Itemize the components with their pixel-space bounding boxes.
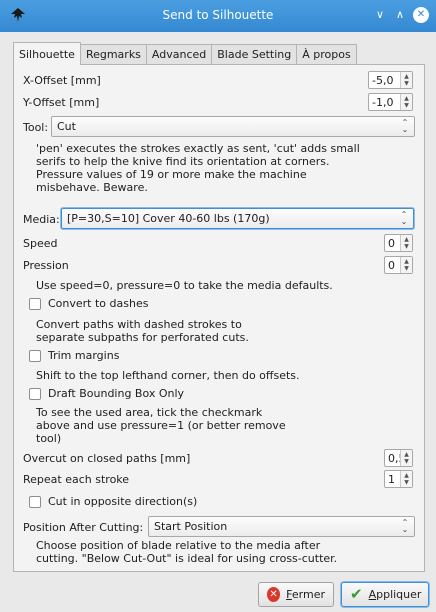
opposite-direction-checkbox[interactable]	[29, 496, 41, 508]
trim-margins-checkbox[interactable]	[29, 350, 41, 362]
position-label: Position After Cutting:	[23, 521, 144, 534]
media-select[interactable]: [P=30,S=10] Cover 40-60 lbs (170g) ⌃ ⌄	[61, 208, 414, 229]
checkmark-icon: ✔	[350, 585, 363, 603]
opposite-direction-label[interactable]: Cut in opposite direction(s)	[48, 495, 197, 508]
minimize-icon[interactable]: ∨	[372, 7, 388, 23]
window-title: Send to Silhouette	[162, 8, 274, 22]
cancel-icon: ✕	[267, 587, 281, 602]
tab-a-propos[interactable]: À propos	[296, 44, 357, 65]
repeat-label: Repeat each stroke	[23, 473, 130, 486]
apply-button-label: Appliquer	[369, 588, 422, 601]
maximize-icon[interactable]: ∧	[392, 7, 408, 23]
position-select-value: Start Position	[154, 520, 228, 533]
x-offset-label: X-Offset [mm]	[23, 74, 101, 87]
bbox-help-text: To see the used area, tick the checkmark…	[36, 406, 286, 445]
x-offset-value: -5,0	[372, 74, 394, 87]
y-offset-label: Y-Offset [mm]	[23, 96, 100, 109]
dashes-help-text: Convert paths with dashed strokes to sep…	[36, 318, 249, 344]
draft-bbox-label[interactable]: Draft Bounding Box Only	[48, 387, 184, 400]
draft-bbox-checkbox[interactable]	[29, 388, 41, 400]
tab-bar: Silhouette Regmarks Advanced Blade Setti…	[13, 42, 357, 65]
close-button-label: Fermer	[286, 588, 325, 601]
defaults-help-text: Use speed=0, pressure=0 to take the medi…	[36, 279, 333, 292]
convert-dashes-label[interactable]: Convert to dashes	[48, 297, 148, 310]
tool-select[interactable]: Cut ⌃ ⌄	[51, 116, 415, 137]
tab-regmarks[interactable]: Regmarks	[79, 44, 147, 65]
pression-label: Pression	[23, 259, 69, 272]
pression-spinner[interactable]: 0 ▲ ▼	[384, 256, 413, 274]
y-offset-spinner[interactable]: -1,0 ▲ ▼	[368, 93, 413, 111]
combo-arrows-icon: ⌃ ⌄	[401, 518, 409, 534]
speed-label: Speed	[23, 237, 58, 250]
spin-arrows-icon[interactable]: ▲ ▼	[400, 257, 412, 273]
spin-arrows-icon[interactable]: ▲ ▼	[400, 450, 412, 466]
y-offset-value: -1,0	[372, 96, 394, 109]
apply-button[interactable]: ✔ Appliquer	[341, 582, 429, 607]
spin-arrows-icon[interactable]: ▲ ▼	[400, 94, 412, 110]
apply-label-rest: ppliquer	[376, 588, 422, 601]
speed-spinner[interactable]: 0 ▲ ▼	[384, 234, 413, 252]
pression-value: 0	[388, 259, 395, 272]
title-bar: Send to Silhouette ∨ ∧ ✕	[0, 0, 436, 32]
position-select[interactable]: Start Position ⌃ ⌄	[148, 516, 415, 537]
silhouette-tab-panel: X-Offset [mm] -5,0 ▲ ▼ Y-Offset [mm] -1,0…	[13, 64, 425, 572]
media-select-value: [P=30,S=10] Cover 40-60 lbs (170g)	[67, 212, 270, 225]
position-help-text: Choose position of blade relative to the…	[36, 539, 338, 565]
tab-blade-setting[interactable]: Blade Setting	[211, 44, 298, 65]
x-offset-spinner[interactable]: -5,0 ▲ ▼	[368, 71, 413, 89]
combo-arrows-icon: ⌃ ⌄	[401, 118, 409, 134]
spin-arrows-icon[interactable]: ▲ ▼	[400, 235, 412, 251]
tool-select-value: Cut	[57, 120, 76, 133]
trim-help-text: Shift to the top lefthand corner, then d…	[36, 369, 300, 382]
overcut-spinner[interactable]: 0,5 ▲ ▼	[384, 449, 413, 467]
tab-advanced[interactable]: Advanced	[145, 44, 213, 65]
tool-label: Tool:	[23, 121, 49, 134]
speed-value: 0	[388, 237, 395, 250]
apply-mnemonic: A	[368, 588, 377, 601]
tab-silhouette[interactable]: Silhouette	[13, 42, 81, 65]
spin-arrows-icon[interactable]: ▲ ▼	[400, 72, 412, 88]
close-icon[interactable]: ✕	[413, 7, 429, 23]
media-label: Media:	[23, 213, 60, 226]
repeat-value: 1	[388, 473, 395, 486]
tool-help-text: 'pen' executes the strokes exactly as se…	[36, 142, 360, 194]
close-button[interactable]: ✕ Fermer	[258, 582, 334, 607]
repeat-spinner[interactable]: 1 ▲ ▼	[384, 470, 413, 488]
overcut-label: Overcut on closed paths [mm]	[23, 452, 191, 465]
convert-dashes-checkbox[interactable]	[29, 298, 41, 310]
spin-arrows-icon[interactable]: ▲ ▼	[400, 471, 412, 487]
combo-arrows-icon: ⌃ ⌄	[400, 210, 408, 226]
trim-margins-label[interactable]: Trim margins	[48, 349, 119, 362]
close-label-rest: ermer	[291, 588, 325, 601]
